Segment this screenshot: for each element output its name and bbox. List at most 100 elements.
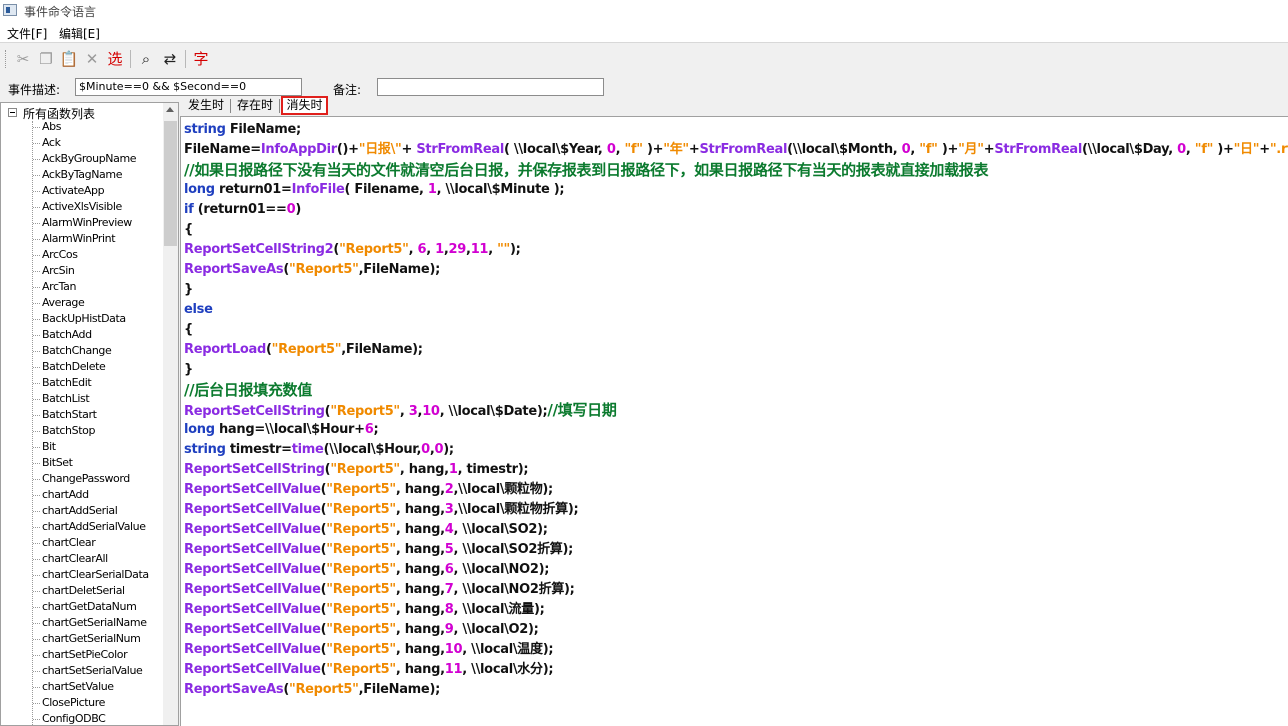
code-token: FileName= (184, 142, 261, 157)
code-token: , \\local\$Date); (439, 404, 548, 419)
tree-item[interactable]: chartSetValue (1, 679, 163, 695)
tree-item[interactable]: ActivateApp (1, 183, 163, 199)
paste-icon[interactable]: 📋 (59, 49, 79, 69)
code-token: ReportSetCellValue (184, 522, 321, 537)
code-token: hang=\\local\$Hour+ (214, 422, 365, 437)
tree-item[interactable]: AlarmWinPrint (1, 231, 163, 247)
delete-icon[interactable]: ✕ (82, 49, 102, 69)
code-token: ,FileName); (358, 262, 441, 277)
tree-item[interactable]: chartAddSerial (1, 503, 163, 519)
select-icon[interactable]: 选 (105, 49, 125, 69)
tree-item[interactable]: BackUpHistData (1, 311, 163, 327)
tree-item[interactable]: chartSetSerialValue (1, 663, 163, 679)
code-token: ReportSetCellValue (184, 482, 321, 497)
tree-item[interactable]: BatchDelete (1, 359, 163, 375)
function-tree[interactable]: 所有函数列表 Abs Ack AckByGroupName AckByTagName A… (0, 102, 179, 726)
menu-file[interactable]: 文件[F] (7, 25, 47, 42)
tree-item[interactable]: BitSet (1, 455, 163, 471)
code-token: , (408, 242, 418, 257)
code-token: ReportSaveAs (184, 682, 284, 697)
code-line: { (184, 320, 1284, 340)
tree-item[interactable]: ChangePassword (1, 471, 163, 487)
tree-item[interactable]: ArcTan (1, 279, 163, 295)
tree-item[interactable]: ArcSin (1, 263, 163, 279)
tree-item[interactable]: BatchStart (1, 407, 163, 423)
code-token: ( \\local\$Year, (504, 142, 607, 157)
tree-item[interactable]: BatchStop (1, 423, 163, 439)
find-icon[interactable]: ⌕ (136, 49, 156, 69)
toolbar: ✂ ❐ 📋 ✕ 选 ⌕ ⇄ 字 (0, 44, 1288, 74)
tree-item[interactable]: AlarmWinPreview (1, 215, 163, 231)
tab-on-occur[interactable]: 发生时 (183, 96, 229, 115)
code-token: long (184, 422, 215, 437)
tab-on-disappear[interactable]: 消失时 (281, 96, 328, 115)
collapse-icon[interactable] (8, 108, 17, 117)
code-editor[interactable]: string FileName; FileName=InfoAppDir()+"日… (180, 116, 1288, 726)
tree-item[interactable]: chartDeletSerial (1, 583, 163, 599)
tree-item[interactable]: chartAddSerialValue (1, 519, 163, 535)
code-token: 0 (434, 442, 444, 457)
menu-edit[interactable]: 编辑[E] (59, 25, 100, 42)
tree-item[interactable]: Ack (1, 135, 163, 151)
event-desc-input[interactable]: $Minute==0 && $Second==0 (75, 78, 302, 96)
font-icon[interactable]: 字 (191, 49, 211, 69)
toolbar-grip[interactable] (5, 50, 8, 68)
code-token: { (184, 322, 193, 337)
replace-icon[interactable]: ⇄ (160, 49, 180, 69)
code-token: 6 (364, 422, 374, 437)
tree-item[interactable]: AckByTagName (1, 167, 163, 183)
code-line: long hang=\\local\$Hour+6; (184, 420, 1284, 440)
tree-item[interactable]: Abs (1, 119, 163, 135)
code-token: "日报\" (358, 142, 402, 157)
tree-item[interactable]: BatchEdit (1, 375, 163, 391)
cut-icon[interactable]: ✂ (13, 49, 33, 69)
tree-item[interactable]: ArcCos (1, 247, 163, 263)
menu-bar: 文件[F] 编辑[E] (0, 22, 1288, 42)
tree-item[interactable]: chartAdd (1, 487, 163, 503)
code-lines: string FileName; FileName=InfoAppDir()+"日… (184, 120, 1288, 700)
code-token: , timestr); (457, 462, 529, 477)
tree-item[interactable]: chartGetSerialName (1, 615, 163, 631)
code-token: else (184, 302, 213, 317)
code-token: timestr= (225, 442, 292, 457)
tree-item[interactable]: BatchList (1, 391, 163, 407)
code-line: ReportLoad("Report5",FileName); (184, 340, 1284, 360)
code-token: "Report5" (326, 662, 396, 677)
tree-item[interactable]: BatchAdd (1, 327, 163, 343)
code-token: , \\local\温度); (462, 642, 554, 657)
tree-scrollbar[interactable] (163, 103, 178, 725)
tree-item[interactable]: chartSetPieColor (1, 647, 163, 663)
tree-item[interactable]: Bit (1, 439, 163, 455)
tree-item[interactable]: ActiveXlsVisible (1, 199, 163, 215)
remark-input[interactable] (377, 78, 604, 96)
code-token: "年" (663, 142, 689, 157)
tree-item[interactable]: ConfigODBC (1, 711, 163, 725)
code-token: "Report5" (326, 482, 396, 497)
code-token: ,\\local\颗粒物); (453, 482, 554, 497)
copy-icon[interactable]: ❐ (36, 49, 56, 69)
tree-item[interactable]: chartGetDataNum (1, 599, 163, 615)
code-token: time (291, 442, 324, 457)
tab-while-exists[interactable]: 存在时 (232, 96, 278, 115)
code-token: } (184, 362, 193, 377)
app-window-icon (3, 4, 17, 16)
tree-item[interactable]: chartClearSerialData (1, 567, 163, 583)
tree-item[interactable]: ClosePicture (1, 695, 163, 711)
tab-separator (230, 99, 231, 113)
code-token: )+ (642, 142, 664, 157)
tree-item[interactable]: chartClearAll (1, 551, 163, 567)
code-token: string (184, 122, 226, 137)
tree-item[interactable]: Average (1, 295, 163, 311)
tree-item[interactable]: BatchChange (1, 343, 163, 359)
code-line: else (184, 300, 1284, 320)
code-token: , hang, (395, 482, 445, 497)
code-token: + (401, 142, 417, 157)
code-token: , \\local\O2); (453, 622, 539, 637)
tree-item[interactable]: AckByGroupName (1, 151, 163, 167)
scroll-up-icon[interactable] (166, 107, 174, 112)
tree-item[interactable]: chartGetSerialNum (1, 631, 163, 647)
tree-item[interactable]: chartClear (1, 535, 163, 551)
toolbar-divider (185, 50, 186, 68)
scroll-thumb[interactable] (164, 121, 177, 246)
code-line: if (return01==0) (184, 200, 1284, 220)
